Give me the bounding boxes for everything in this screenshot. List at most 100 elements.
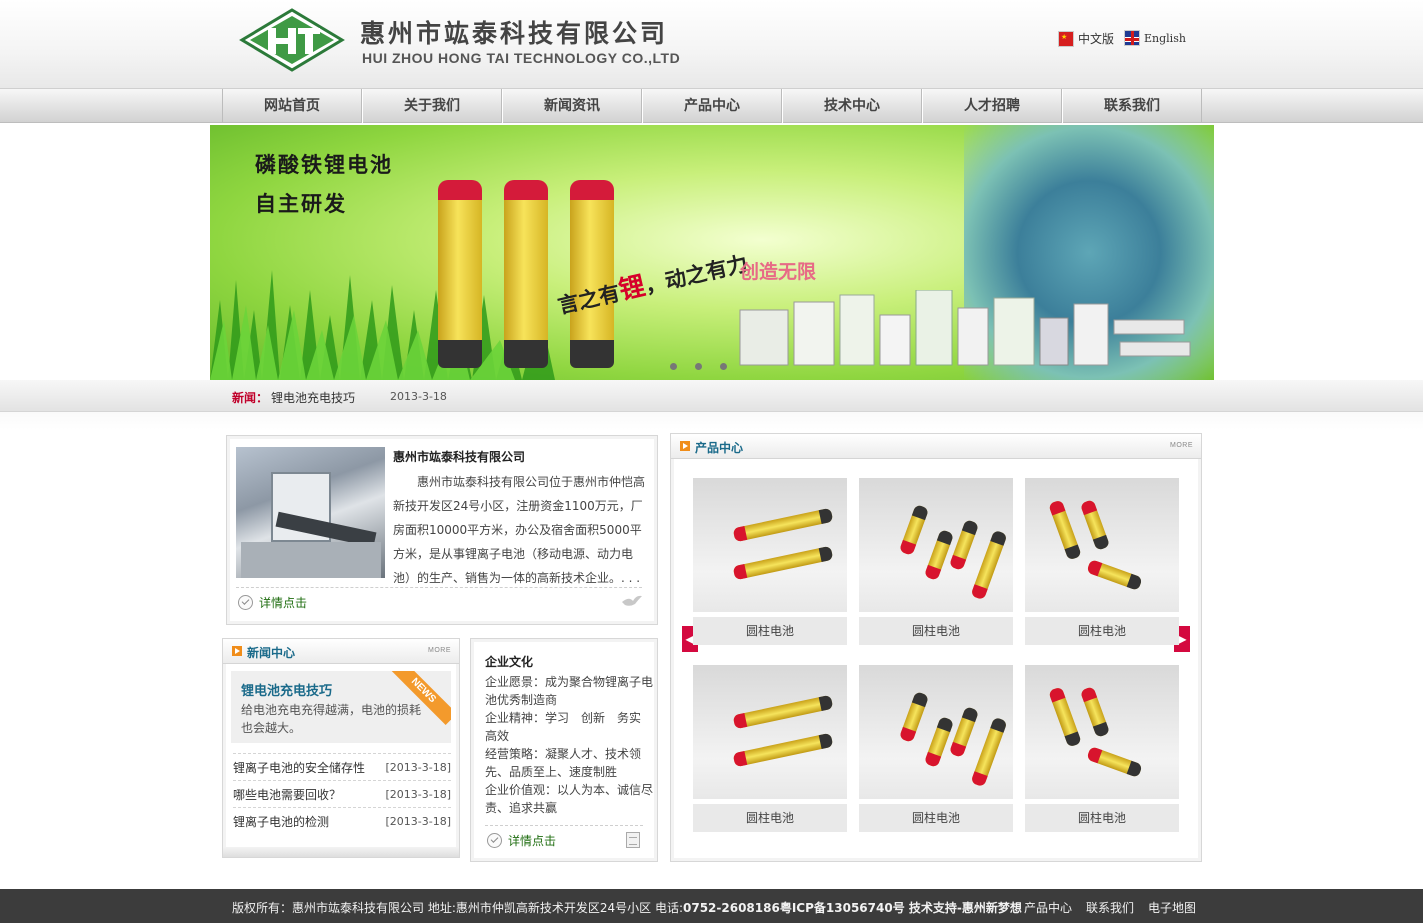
battery-image [504,180,548,368]
product-image[interactable] [1025,665,1179,799]
nav-news[interactable]: 新闻资讯 [502,89,642,123]
carousel-dots[interactable] [670,363,727,370]
main-nav: 网站首页 关于我们 新闻资讯 产品中心 技术中心 人才招聘 联系我们 [0,88,1423,123]
nav-home[interactable]: 网站首页 [222,89,362,123]
company-intro-panel: 惠州市竑泰科技有限公司 惠州市竑泰科技有限公司位于惠州市仲恺高新技开发区24号小… [226,435,658,625]
site-footer: 版权所有：惠州市竑泰科技有限公司 地址:惠州市仲凯高新技术开发区24号小区 电话… [0,889,1423,923]
news-list-item[interactable]: 锂离子电池的检测 [2013-3-18] [233,807,451,834]
product-grid: 圆柱电池 圆柱电池 圆柱电池 圆柱电池 圆柱电池 圆柱电池 [693,478,1183,832]
company-name-cn: 惠州市竑泰科技有限公司 [360,19,669,48]
banner-headline: 磷酸铁锂电池 [255,153,393,177]
news-ticker: 新闻： 锂电池充电技巧 2013-3-18 [0,380,1423,412]
factory-photo [236,447,385,578]
news-item-title[interactable]: 锂离子电池的检测 [233,813,329,830]
news-item-title[interactable]: 锂离子电池的安全储存性 [233,759,365,776]
check-circle-icon [487,833,502,848]
banner-subheadline: 自主研发 [255,192,347,216]
product-center-title: 产品中心 [695,441,744,455]
product-caption[interactable]: 圆柱电池 [693,804,847,832]
nav-careers[interactable]: 人才招聘 [922,89,1062,123]
product-center-header: 产品中心 MORE [671,434,1201,459]
lang-en-label: English [1144,31,1186,45]
divider [236,587,642,588]
product-card[interactable]: 圆柱电池 [859,478,1013,645]
footer-copyright: 版权所有：惠州市竑泰科技有限公司 地址:惠州市仲凯高新技术开发区24号小区 电话… [232,899,1022,916]
banner-slogan-secondary: 创造无限 [740,261,817,283]
product-card[interactable]: 圆柱电池 [693,478,847,645]
news-list-item[interactable]: 锂离子电池的安全储存性 [2013-3-18] [233,753,451,780]
company-name-en: HUI ZHOU HONG TAI TECHNOLOGY CO.,LTD [362,50,681,66]
product-caption[interactable]: 圆柱电池 [693,617,847,645]
corporate-culture-panel: 企业文化 企业愿景：成为聚合物锂离子电池优秀制造商 企业精神：学习 创新 务实 … [470,638,658,862]
intro-more-label: 详情点击 [259,596,308,610]
culture-more-label: 详情点击 [508,834,557,848]
lang-cn-label: 中文版 [1078,32,1115,46]
news-item-date: [2013-3-18] [385,760,451,774]
carousel-dot[interactable] [720,363,727,370]
divider-stripe [0,412,1423,430]
products-more-link[interactable]: MORE [1170,442,1193,449]
product-card[interactable]: 圆柱电池 [693,665,847,832]
footer-link-products[interactable]: 产品中心 [1024,899,1072,916]
product-image[interactable] [693,665,847,799]
site-header: 惠州市竑泰科技有限公司 HUI ZHOU HONG TAI TECHNOLOGY… [0,0,1423,88]
carousel-dot[interactable] [695,363,702,370]
product-caption[interactable]: 圆柱电池 [859,617,1013,645]
footer-link-sitemap[interactable]: 电子地图 [1148,899,1196,916]
culture-more-link[interactable]: 详情点击 [487,832,556,849]
document-icon [626,832,640,848]
ticker-label: 新闻： [232,391,269,405]
battery-cells-image [739,290,1191,366]
product-image[interactable] [693,478,847,612]
product-card[interactable]: 圆柱电池 [859,665,1013,832]
news-item-date: [2013-3-18] [385,787,451,801]
product-card[interactable]: 圆柱电池 [1025,665,1179,832]
footer-link-contact[interactable]: 联系我们 [1086,899,1134,916]
product-image[interactable] [1025,478,1179,612]
product-caption[interactable]: 圆柱电池 [1025,804,1179,832]
divider [485,825,643,826]
news-more-link[interactable]: MORE [428,647,451,654]
product-card[interactable]: 圆柱电池 [1025,478,1179,645]
ticker-news-link[interactable]: 锂电池充电技巧 [271,389,355,406]
featured-news[interactable]: 锂电池充电技巧 给电池充电充得越满，电池的损耗也会越大。 NEWS [231,671,451,743]
nav-contact[interactable]: 联系我们 [1062,89,1202,123]
news-item-title[interactable]: 哪些电池需要回收？ [233,786,341,803]
bird-icon [622,595,642,606]
intro-text: 惠州市竑泰科技有限公司位于惠州市仲恺高新技开发区24号小区，注册资金1100万元… [393,475,646,585]
panel-footer [223,847,459,857]
featured-news-desc: 给电池充电充得越满，电池的损耗也会越大。 [241,703,422,735]
news-center-title: 新闻中心 [247,646,296,660]
product-center-panel: 产品中心 MORE ◀ ▶ 圆柱电池 圆柱电池 圆柱电池 圆柱电池 圆柱电池 圆… [670,433,1202,862]
lang-switch-en[interactable]: English [1124,30,1186,46]
news-center-header: 新闻中心 MORE [223,639,459,664]
uk-flag-icon [1124,30,1140,46]
news-center-panel: 新闻中心 MORE 锂电池充电技巧 给电池充电充得越满，电池的损耗也会越大。 N… [222,638,460,858]
news-list-item[interactable]: 哪些电池需要回收？ [2013-3-18] [233,780,451,807]
arrow-right-icon [680,441,690,451]
nav-technology[interactable]: 技术中心 [782,89,922,123]
arrow-right-icon [232,646,242,656]
carousel-dot[interactable] [670,363,677,370]
check-circle-icon [238,595,253,610]
hero-banner[interactable]: 磷酸铁锂电池 自主研发 言之有锂，动之有力 创造无限 [210,125,1214,380]
product-image[interactable] [859,478,1013,612]
footer-links: 产品中心 联系我们 电子地图 [1024,899,1196,916]
news-item-date: [2013-3-18] [385,814,451,828]
news-list: 锂离子电池的安全储存性 [2013-3-18] 哪些电池需要回收？ [2013-… [233,753,451,834]
nav-about[interactable]: 关于我们 [362,89,502,123]
featured-news-title[interactable]: 锂电池充电技巧 [241,680,332,699]
product-caption[interactable]: 圆柱电池 [859,804,1013,832]
culture-title: 企业文化 [485,655,534,669]
lang-switch-cn[interactable]: 中文版 [1058,30,1114,47]
culture-text: 企业愿景：成为聚合物锂离子电池优秀制造商 企业精神：学习 创新 务实 高效 经营… [485,675,654,815]
footer-contact-text: 0752-2608186粤ICP备13056740号 技术支持-惠州新梦想 [683,901,1022,915]
product-image[interactable] [859,665,1013,799]
company-logo[interactable] [238,8,346,72]
battery-image [438,180,482,368]
product-caption[interactable]: 圆柱电池 [1025,617,1179,645]
ticker-date: 2013-3-18 [390,390,447,403]
intro-more-link[interactable]: 详情点击 [238,594,307,611]
nav-products[interactable]: 产品中心 [642,89,782,123]
china-flag-icon [1058,30,1074,47]
